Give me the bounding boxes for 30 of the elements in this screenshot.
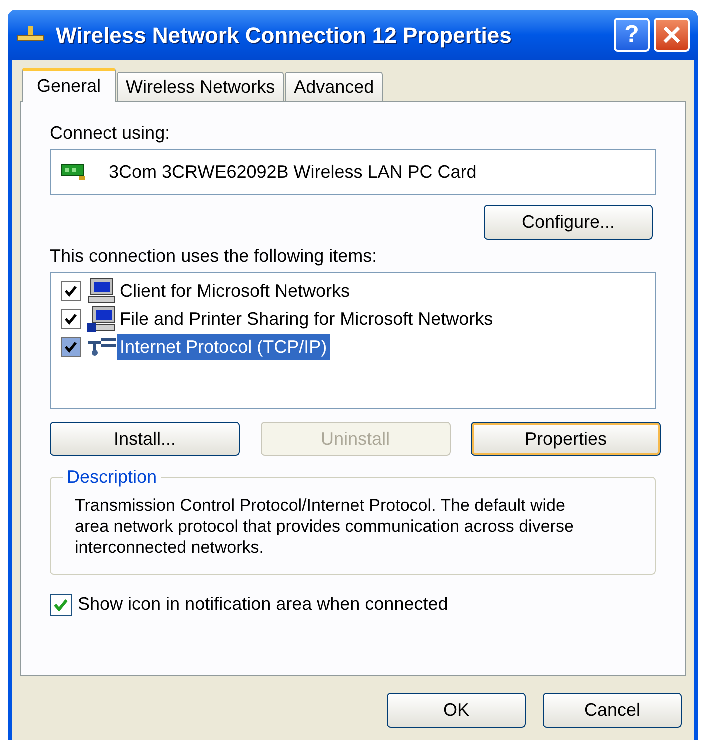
section-label: This connection uses the following items: xyxy=(50,245,378,267)
close-button[interactable] xyxy=(654,18,690,52)
checkmark-icon xyxy=(64,340,78,354)
checkbox[interactable] xyxy=(61,281,81,301)
tab[interactable]: Wireless Networks xyxy=(117,72,284,101)
computer-icon xyxy=(87,278,117,304)
checkbox[interactable] xyxy=(61,309,81,329)
checkbox-label[interactable]: Show icon in notification area when connected xyxy=(78,591,448,618)
computer-icon xyxy=(87,306,117,332)
description-text: Transmission Control Protocol/Internet Protocol. The default wide area network protocol that provides communication across diverse interconnected networks. xyxy=(75,495,575,558)
checkmark-icon xyxy=(64,284,78,298)
close-icon xyxy=(662,25,682,45)
tab[interactable]: Advanced xyxy=(285,72,384,101)
adapter-name: 3Com 3CRWE62092B Wireless LAN PC Card xyxy=(109,160,477,184)
dialog-button[interactable]: OK xyxy=(387,693,526,728)
checkmark-icon xyxy=(64,312,78,326)
list-item[interactable]: Client for Microsoft Networks xyxy=(117,278,354,304)
window-title: Wireless Network Connection 12 Properties xyxy=(56,22,512,50)
configure-button[interactable]: Configure... xyxy=(484,205,653,240)
checkbox[interactable] xyxy=(61,337,81,357)
checkbox[interactable] xyxy=(50,594,72,616)
section-label: Connect using: xyxy=(50,122,172,144)
list-item[interactable]: Internet Protocol (TCP/IP) xyxy=(117,334,330,360)
checkmark-icon xyxy=(53,596,69,612)
tab[interactable]: General xyxy=(22,68,116,102)
action-button[interactable]: Install... xyxy=(50,422,240,456)
list-item[interactable]: File and Printer Sharing for Microsoft Networks xyxy=(117,306,496,332)
network-card-icon xyxy=(61,163,87,181)
action-button[interactable]: Properties xyxy=(471,422,661,456)
dialog-button[interactable]: Cancel xyxy=(543,693,682,728)
